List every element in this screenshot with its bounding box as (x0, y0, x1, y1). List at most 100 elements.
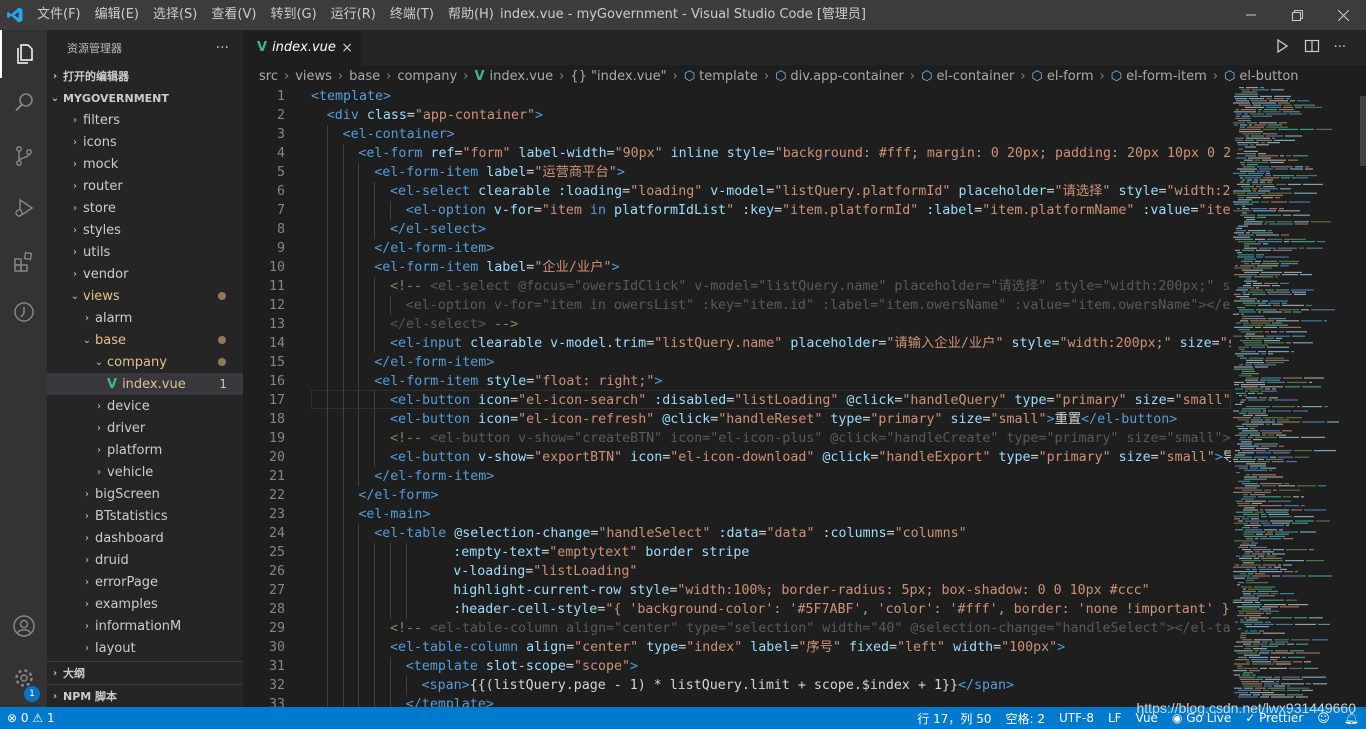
menu-item[interactable]: 选择(S) (146, 0, 204, 30)
tree-item[interactable]: › vehicle (47, 461, 243, 483)
extensions-icon[interactable] (0, 238, 47, 286)
code-line[interactable]: 20 <el-button v-show="exportBTN" icon="el… (243, 448, 1231, 467)
tree-item[interactable]: › errorPage (47, 571, 243, 593)
cursor-position[interactable]: 行 17，列 50 (910, 710, 998, 727)
breadcrumb-item[interactable]: div.app-container (790, 69, 903, 84)
run-debug-icon[interactable] (0, 184, 47, 232)
menu-item[interactable]: 转到(G) (263, 0, 323, 30)
code-line[interactable]: 3 <el-container> (243, 125, 1231, 144)
manage-gear-icon[interactable]: 1 (0, 654, 47, 702)
restore-icon[interactable] (1274, 0, 1320, 30)
code-line[interactable]: 19 <!-- <el-button v-show="createBTN" ico… (243, 429, 1231, 448)
encoding[interactable]: UTF-8 (1052, 711, 1101, 725)
code-line[interactable]: 8 </el-select> (243, 220, 1231, 239)
code-line[interactable]: 15 </el-form-item> (243, 353, 1231, 372)
code-line[interactable]: 9 </el-form-item> (243, 239, 1231, 258)
indentation[interactable]: 空格: 2 (998, 710, 1052, 727)
tree-item[interactable]: › device (47, 395, 243, 417)
minimize-icon[interactable] (1228, 0, 1274, 30)
breadcrumb-item[interactable]: template (699, 69, 758, 84)
tree-item[interactable]: › vendor (47, 263, 243, 285)
code-line[interactable]: 14 <el-input clearable v-model.trim = "list… (243, 334, 1231, 353)
code-line[interactable]: 2 <div class="app-container"> (243, 106, 1231, 125)
tree-item[interactable]: › layout (47, 637, 243, 659)
tree-item[interactable]: › BTstatistics (47, 505, 243, 527)
tree-item[interactable]: ⌄ base (47, 329, 243, 351)
code-line[interactable]: 17 <el-button icon="el-icon-search" :disa… (243, 391, 1231, 410)
code-line[interactable]: 23 <el-main> (243, 505, 1231, 524)
close-tab-icon[interactable]: × (341, 40, 353, 56)
code-line[interactable]: 26 v-loading="listLoading" (243, 562, 1231, 581)
code-line[interactable]: 4 <el-form ref="form" label-width="90px" … (243, 144, 1231, 163)
split-editor-icon[interactable] (1304, 38, 1320, 58)
breadcrumb-item[interactable]: el-container (936, 69, 1014, 84)
breadcrumb-item[interactable]: company (397, 69, 457, 84)
breadcrumb-item[interactable]: src (259, 69, 278, 84)
project-section[interactable]: ⌄ MYGOVERNMENT (47, 87, 243, 109)
outline-section[interactable]: › 大纲 (47, 661, 243, 684)
menu-item[interactable]: 终端(T) (383, 0, 441, 30)
code-line[interactable]: 5 <el-form-item label="运营商平台"> (243, 163, 1231, 182)
search-icon[interactable] (0, 78, 47, 126)
more-icon[interactable]: ··· (1334, 40, 1346, 55)
code-line[interactable]: 33 </template> (243, 695, 1231, 707)
close-window-icon[interactable] (1320, 0, 1366, 30)
tree-item[interactable]: › bigScreen (47, 483, 243, 505)
code-line[interactable]: 32 <span>{{(listQuery.page - 1) * listQue… (243, 676, 1231, 695)
tree-item[interactable]: › filters (47, 109, 243, 131)
breadcrumb-item[interactable]: {} "index.vue" (570, 69, 666, 84)
tree-item[interactable]: › alarm (47, 307, 243, 329)
menu-item[interactable]: 编辑(E) (88, 0, 146, 30)
explorer-icon[interactable] (0, 30, 47, 78)
tree-item[interactable]: › router (47, 175, 243, 197)
tree-item[interactable]: › mock (47, 153, 243, 175)
tree-item[interactable]: › examples (47, 593, 243, 615)
tree-item[interactable]: Vindex.vue 1 (47, 373, 243, 395)
tree-item[interactable]: ⌄ views (47, 285, 243, 307)
tree-item[interactable]: › platform (47, 439, 243, 461)
code-line[interactable]: 11 <!-- <el-select @focus="owersIdClick" … (243, 277, 1231, 296)
code-line[interactable]: 22 </el-form> (243, 486, 1231, 505)
code-line[interactable]: 31 <template slot-scope="scope"> (243, 657, 1231, 676)
code-line[interactable]: 24 <el-table @selection-change = "handleSel… (243, 524, 1231, 543)
menu-item[interactable]: 文件(F) (30, 0, 88, 30)
breadcrumb-item[interactable]: views (295, 69, 332, 84)
tree-item[interactable]: › dashboard (47, 527, 243, 549)
more-actions-button[interactable]: ··· (216, 40, 229, 56)
account-icon[interactable] (0, 602, 47, 650)
breadcrumb-item[interactable]: el-form (1047, 69, 1094, 84)
code-line[interactable]: 21 </el-form-item> (243, 467, 1231, 486)
code-line[interactable]: 25:empty-text="emptytext" border stripe (243, 543, 1231, 562)
breadcrumb-item[interactable]: el-form-item (1126, 69, 1207, 84)
code-editor[interactable]: 1 <template> 2 <div class="app-container"> 3… (243, 87, 1231, 707)
tab-index-vue[interactable]: V index.vue × (243, 30, 361, 65)
tree-item[interactable]: › druid (47, 549, 243, 571)
tree-item[interactable]: › icons (47, 131, 243, 153)
problems-indicator[interactable]: ⊗ 0 ⚠ 1 (0, 711, 62, 725)
code-line[interactable]: 12 <el-option v-for="item in owersList" :… (243, 296, 1231, 315)
tree-item[interactable]: › utils (47, 241, 243, 263)
timeline-icon[interactable] (0, 288, 47, 336)
minimap[interactable] (1231, 87, 1366, 707)
code-line[interactable]: 10 <el-form-item label="企业/业户"> (243, 258, 1231, 277)
menu-item[interactable]: 查看(V) (204, 0, 263, 30)
menu-item[interactable]: 帮助(H) (441, 0, 501, 30)
code-line[interactable]: 6 <el-select clearable :loading="loading"… (243, 182, 1231, 201)
open-editors-section[interactable]: › 打开的编辑器 (47, 65, 243, 87)
code-line[interactable]: 29 <!-- <el-table-column align="center" t… (243, 619, 1231, 638)
code-line[interactable]: 18 <el-button icon="el-icon-refresh" @cli… (243, 410, 1231, 429)
code-line[interactable]: 30 <el-table-column align="center" type="… (243, 638, 1231, 657)
menu-item[interactable]: 运行(R) (324, 0, 383, 30)
code-line[interactable]: 16 <el-form-item style="float: right;"> (243, 372, 1231, 391)
tree-item[interactable]: › informationM (47, 615, 243, 637)
code-line[interactable]: 28:header-cell-style="{ 'background-colo… (243, 600, 1231, 619)
code-line[interactable]: 27 highlight-current-row style="width:100… (243, 581, 1231, 600)
tree-item[interactable]: › styles (47, 219, 243, 241)
tree-item[interactable]: › store (47, 197, 243, 219)
eol[interactable]: LF (1101, 711, 1129, 725)
breadcrumb-item[interactable]: el-button (1239, 69, 1298, 84)
source-control-icon[interactable] (0, 132, 47, 180)
scrollbar-thumb[interactable] (1360, 96, 1366, 166)
npm-scripts-section[interactable]: › NPM 脚本 (47, 684, 243, 707)
tree-item[interactable]: ⌄ company (47, 351, 243, 373)
